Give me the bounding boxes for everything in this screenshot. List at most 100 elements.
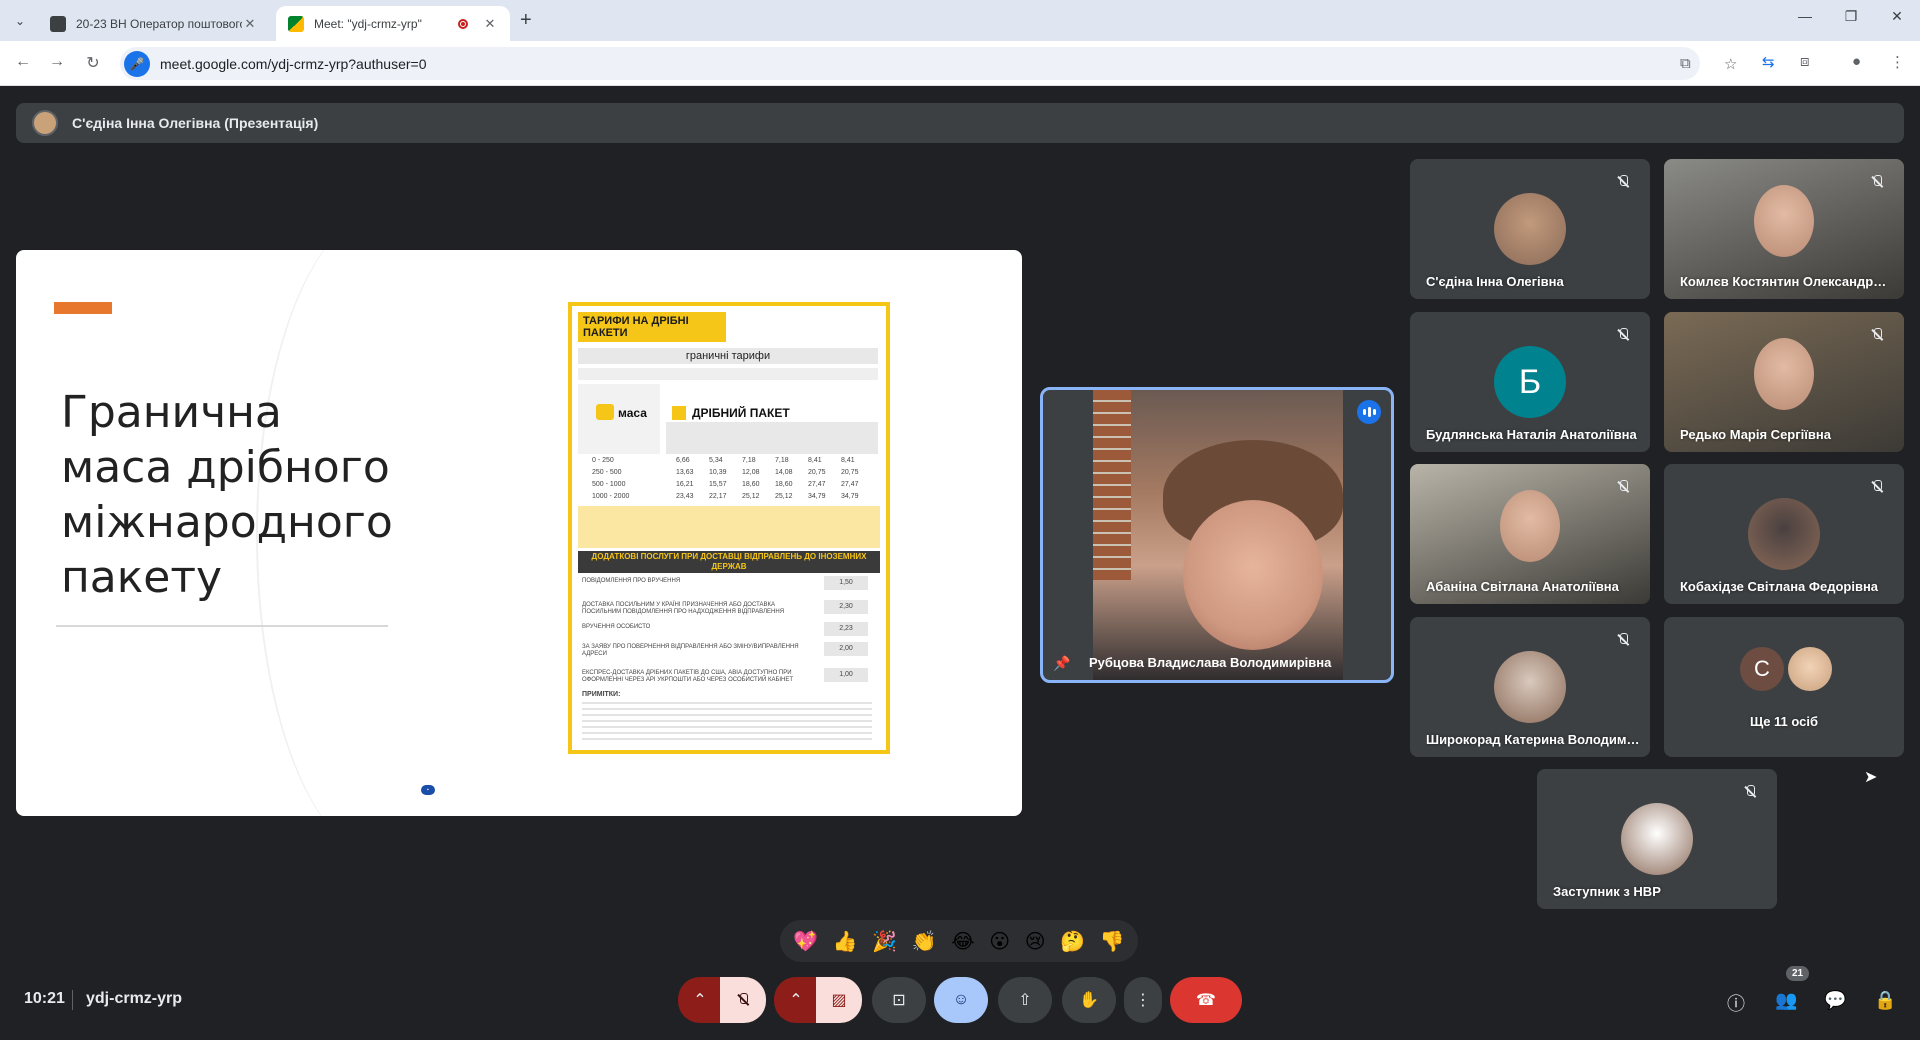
participant-tile[interactable]: С'єдіна Інна Олегівна: [1410, 159, 1650, 299]
participant-name: Редько Марія Сергіївна: [1680, 427, 1831, 442]
reactions-button[interactable]: ☺: [934, 977, 988, 1023]
raise-hand-button[interactable]: ✋: [1062, 977, 1116, 1023]
poster-info-block: [578, 506, 880, 548]
tab-meet[interactable]: Meet: "ydj-crmz-yrp" ✕: [276, 6, 510, 41]
poster-service-price: 2,00: [824, 642, 868, 656]
chat-icon[interactable]: 💬: [1824, 990, 1846, 1011]
tab-search-icon[interactable]: ⌄: [8, 9, 32, 33]
mic-off-icon: [1868, 175, 1886, 193]
participant-name: Рубцова Владислава Володимирівна: [1089, 655, 1332, 670]
people-icon[interactable]: 👥: [1775, 990, 1797, 1011]
participant-tile[interactable]: Редько Марія Сергіївна: [1664, 312, 1904, 452]
participant-name: Комлєв Костянтин Олександрович: [1680, 274, 1894, 289]
poster-service-label: ВРУЧЕННЯ ОСОБИСТО: [582, 624, 651, 630]
video-face: [1183, 500, 1323, 650]
poster-note-line: [582, 708, 872, 710]
address-bar[interactable]: 🎤 meet.google.com/ydj-crmz-yrp?authuser=…: [120, 47, 1737, 80]
reaction-emoji[interactable]: 😮: [989, 929, 1010, 954]
bookmark-star-icon[interactable]: ☆: [1724, 55, 1737, 73]
mute-glyph: [1870, 328, 1884, 342]
poster-note-line: [582, 720, 872, 722]
presentation-slide: Гранична маса дрібного міжнародного паке…: [16, 250, 1022, 816]
mute-glyph: [1616, 633, 1630, 647]
reaction-emoji[interactable]: 💖: [793, 929, 818, 954]
present-button[interactable]: ⇧: [998, 977, 1052, 1023]
pinned-participant-tile[interactable]: 📌 Рубцова Владислава Володимирівна: [1040, 387, 1394, 683]
poster-cell: 15,57: [709, 481, 727, 488]
participant-tile[interactable]: Абаніна Світлана Анатоліївна: [1410, 464, 1650, 604]
participant-tile[interactable]: Комлєв Костянтин Олександрович: [1664, 159, 1904, 299]
avatar: Б: [1494, 346, 1566, 418]
poster-service-price: 1,50: [824, 576, 868, 590]
poster-cell: 20,75: [808, 469, 826, 476]
leave-call-button[interactable]: ☎: [1170, 977, 1242, 1023]
reaction-emoji[interactable]: 🎉: [872, 929, 897, 954]
mic-permission-icon[interactable]: 🎤: [124, 50, 150, 77]
more-options-button[interactable]: ⋮: [1124, 977, 1162, 1023]
forward-icon[interactable]: →: [46, 53, 68, 71]
avatar: [1788, 647, 1832, 691]
mic-off-icon: [1614, 633, 1632, 651]
mute-glyph: [1870, 480, 1884, 494]
translate-icon[interactable]: ⇆: [1762, 53, 1775, 71]
poster-cell: 13,63: [676, 469, 694, 476]
reload-icon[interactable]: ↻: [82, 53, 104, 73]
audio-options-chevron-icon[interactable]: ⌃: [678, 977, 722, 1023]
mouse-cursor-icon: ➤: [1864, 769, 1878, 786]
poster-subtitle: граничні тарифи: [578, 348, 878, 364]
poster-service-label: ЗА ЗАЯВУ ПРО ПОВЕРНЕННЯ ВІДПРАВЛЕННЯ АБО…: [582, 644, 799, 657]
poster-columns-header: [666, 422, 878, 454]
browser-toolbar: ← → ↻ 🎤 meet.google.com/ydj-crmz-yrp?aut…: [0, 41, 1920, 86]
reaction-emoji[interactable]: 🤔: [1060, 929, 1085, 954]
menu-kebab-icon[interactable]: ⋮: [1890, 53, 1905, 71]
participant-tile[interactable]: Кобахідзе Світлана Федорівна: [1664, 464, 1904, 604]
mic-off-button[interactable]: [720, 977, 766, 1023]
meeting-time: 10:21: [24, 990, 65, 1007]
captions-button[interactable]: ⊡: [872, 977, 926, 1023]
poster-cell: 5,34: [709, 457, 723, 464]
video-options-chevron-icon[interactable]: ⌃: [774, 977, 818, 1023]
avatar: [1748, 498, 1820, 570]
poster-row-label: 0 - 250: [592, 457, 614, 464]
participant-tile[interactable]: Заступник з НВР: [1537, 769, 1777, 909]
restore-icon[interactable]: ❐: [1836, 8, 1866, 25]
mic-off-icon: [1614, 328, 1632, 346]
meeting-info-icon[interactable]: ⓘ: [1727, 990, 1745, 1016]
host-controls-icon[interactable]: 🔒: [1874, 990, 1896, 1011]
tab-operator[interactable]: 20-23 ВН Оператор поштового ✕: [38, 6, 270, 41]
camera-off-button[interactable]: ▨: [816, 977, 862, 1023]
back-icon[interactable]: ←: [12, 53, 34, 71]
avatar: С: [1740, 647, 1784, 691]
window-close-icon[interactable]: ✕: [1882, 8, 1912, 25]
poster-note-line: [582, 714, 872, 716]
reaction-emoji[interactable]: 👏: [912, 929, 937, 954]
mic-off-icon: [1868, 480, 1886, 498]
slide-divider: [56, 625, 388, 627]
poster-cell: 27,47: [841, 481, 859, 488]
presenter-bar: С'єдіна Інна Олегівна (Презентація): [16, 103, 1904, 143]
reaction-emoji[interactable]: 👍: [833, 929, 858, 954]
poster-cell: 10,39: [709, 469, 727, 476]
poster-cell: 18,60: [742, 481, 760, 488]
close-icon[interactable]: ✕: [242, 16, 258, 32]
speaking-indicator-icon: [1357, 400, 1381, 424]
reaction-emoji[interactable]: 👎: [1100, 929, 1125, 954]
new-tab-icon[interactable]: +: [520, 9, 532, 32]
participants-count-badge: 21: [1786, 966, 1810, 981]
minimize-icon[interactable]: —: [1790, 8, 1820, 24]
participant-tile[interactable]: Широкорад Катерина Володимирівна: [1410, 617, 1650, 757]
reaction-emoji[interactable]: 😂: [951, 929, 974, 954]
slide-heading: Гранична маса дрібного міжнародного паке…: [61, 387, 393, 603]
reaction-emoji[interactable]: 😢: [1025, 929, 1046, 954]
participant-tile[interactable]: С Ще 11 осіб: [1664, 617, 1904, 757]
classroom-favicon-icon: [50, 15, 66, 32]
pin-icon[interactable]: 📌: [1053, 655, 1070, 672]
profile-icon[interactable]: ●: [1852, 53, 1861, 70]
participant-tile[interactable]: Б Будлянська Наталія Анатоліївна: [1410, 312, 1650, 452]
extensions-icon[interactable]: ⧈: [1800, 53, 1810, 70]
poster-notes-label: ПРИМІТКИ:: [582, 691, 621, 698]
open-in-app-icon[interactable]: ⧉: [1680, 55, 1691, 72]
poster-cell: 20,75: [841, 469, 859, 476]
close-icon[interactable]: ✕: [482, 16, 498, 32]
mute-glyph: [1616, 328, 1630, 342]
